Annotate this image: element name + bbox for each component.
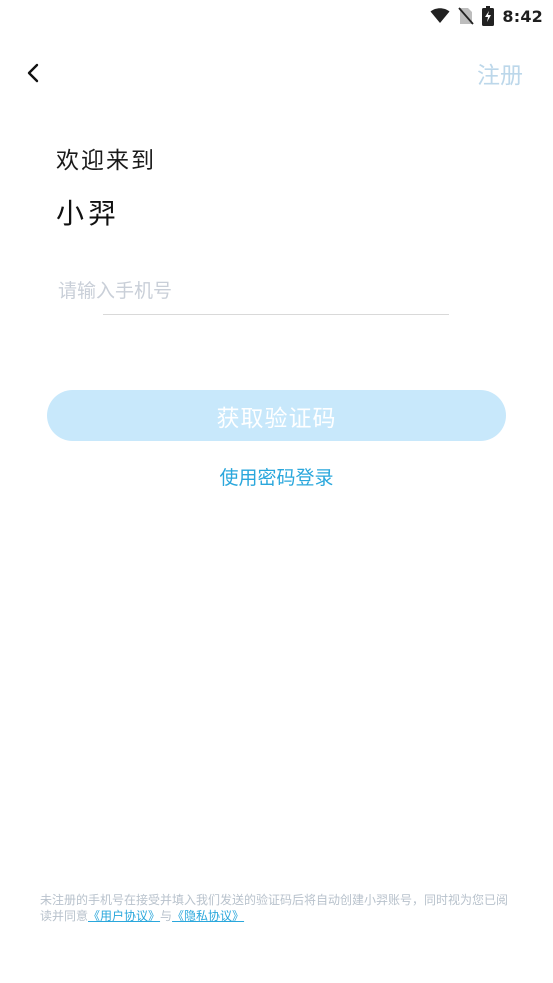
password-login-link[interactable]: 使用密码登录 (0, 463, 553, 490)
login-screen: 8:42 注册 欢迎来到 小羿 获取验证码 使用密码登录 未注册的手机号在接受并… (0, 0, 553, 983)
user-agreement-link[interactable]: 《用户协议》 (88, 909, 160, 923)
back-button[interactable] (18, 60, 48, 90)
input-underline (103, 314, 449, 315)
status-time: 8:42 (502, 6, 543, 26)
privacy-policy-link[interactable]: 《隐私协议》 (172, 909, 244, 923)
register-link[interactable]: 注册 (477, 56, 523, 90)
app-name: 小羿 (56, 197, 121, 230)
agreement-joiner: 与 (160, 909, 173, 923)
battery-charging-icon (482, 6, 495, 26)
wifi-icon (430, 8, 450, 24)
no-sim-icon (458, 7, 475, 25)
phone-number-input[interactable] (58, 272, 448, 310)
agreement-notice: 未注册的手机号在接受并填入我们发送的验证码后将自动创建小羿账号，同时视为您已阅读… (40, 892, 515, 924)
get-verification-code-button[interactable]: 获取验证码 (47, 390, 506, 441)
status-bar: 8:42 (430, 0, 553, 32)
chevron-left-icon (26, 63, 40, 87)
welcome-text: 欢迎来到 (56, 148, 156, 174)
